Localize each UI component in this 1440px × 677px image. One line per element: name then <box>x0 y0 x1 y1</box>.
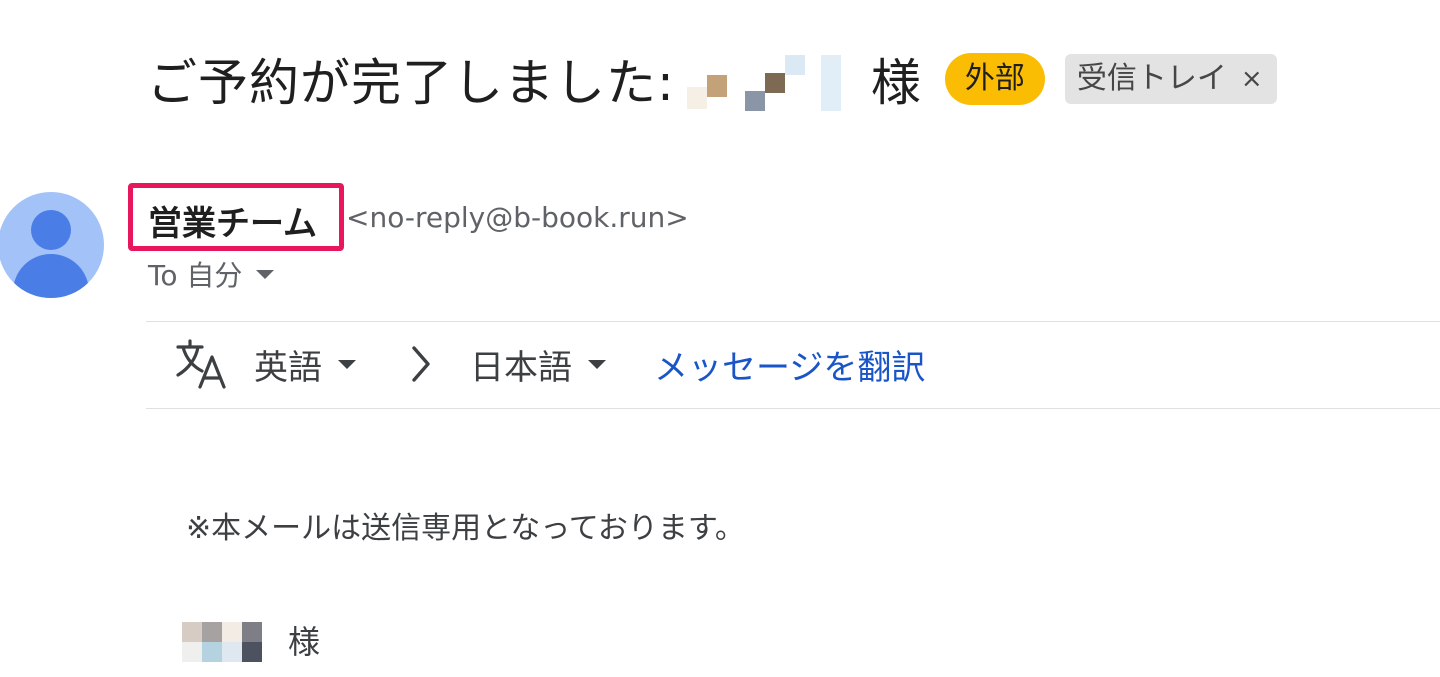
subject-row: ご予約が完了しました: 様 外部 受信トレイ × <box>147 44 1277 114</box>
caret-down-icon <box>588 359 606 369</box>
redacted-greeting-name <box>182 618 282 662</box>
recipient-label: To 自分 <box>148 259 243 292</box>
target-language-select[interactable]: 日本語 <box>470 340 606 389</box>
avatar-person-icon[interactable] <box>0 192 104 298</box>
redacted-recipient-name <box>686 47 865 111</box>
avatar-head <box>31 210 71 250</box>
chevron-right-icon <box>412 346 430 382</box>
greeting-line: 様 <box>182 615 320 665</box>
translate-bar: 英語 日本語 メッセージを翻訳 <box>174 336 925 392</box>
avatar-body <box>13 254 89 298</box>
email-view: ご予約が完了しました: 様 外部 受信トレイ × 営業チーム <no-reply… <box>0 0 1440 677</box>
source-language-select[interactable]: 英語 <box>254 340 356 389</box>
recipient-details-toggle[interactable]: To 自分 <box>148 254 275 294</box>
caret-down-icon <box>256 269 275 279</box>
translate-icon <box>176 339 226 389</box>
caret-down-icon <box>338 359 356 369</box>
divider <box>146 408 1440 409</box>
close-icon[interactable]: × <box>1241 59 1263 99</box>
send-only-notice: ※本メールは送信専用となっております。 <box>186 511 745 546</box>
sender-email: <no-reply@b-book.run> <box>346 201 689 234</box>
target-language-label: 日本語 <box>470 347 572 388</box>
source-language-label: 英語 <box>254 347 322 388</box>
email-subject: ご予約が完了しました: <box>147 54 675 112</box>
greeting-honorific: 様 <box>288 623 321 661</box>
translate-message-link[interactable]: メッセージを翻訳 <box>654 340 925 389</box>
label-external[interactable]: 外部 <box>944 53 1045 105</box>
subject-honorific: 様 <box>870 54 921 112</box>
label-inbox[interactable]: 受信トレイ × <box>1064 54 1277 104</box>
label-inbox-text: 受信トレイ <box>1076 61 1227 96</box>
divider <box>146 321 1440 322</box>
sender-name[interactable]: 営業チーム <box>148 196 317 245</box>
